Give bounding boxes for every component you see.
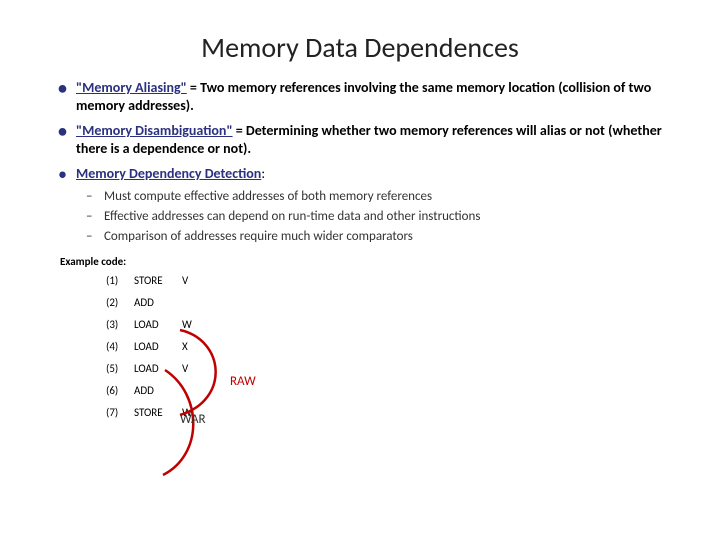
code-num: (4) [106, 340, 134, 353]
code-arg: V [182, 362, 188, 375]
code-row: (6)ADD [106, 384, 670, 397]
bullet-disambiguation: "Memory Disambiguation" = Determining wh… [76, 122, 670, 157]
code-op: LOAD [134, 362, 182, 375]
term-aliasing: "Memory Aliasing" [76, 79, 187, 96]
code-block: (1)STOREV (2)ADD (3)LOADW (4)LOADX (5)LO… [106, 274, 670, 419]
code-row: (4)LOADX [106, 340, 670, 353]
code-num: (7) [106, 406, 134, 419]
code-arg: X [182, 340, 188, 353]
sub-bullet-3: Comparison of addresses require much wid… [104, 229, 670, 245]
example-label: Example code: [60, 255, 670, 268]
code-op: LOAD [134, 340, 182, 353]
war-label: WAR [180, 412, 206, 427]
code-row: (2)ADD [106, 296, 670, 309]
code-arg: W [182, 318, 192, 331]
code-op: STORE [134, 274, 182, 287]
code-num: (1) [106, 274, 134, 287]
bullet-detection-colon: : [261, 165, 265, 182]
slide: Memory Data Dependences "Memory Aliasing… [0, 0, 720, 458]
sub-bullet-2: Effective addresses can depend on run-ti… [104, 209, 670, 225]
code-num: (3) [106, 318, 134, 331]
code-num: (2) [106, 296, 134, 309]
bullet-aliasing: "Memory Aliasing" = Two memory reference… [76, 79, 670, 114]
code-row: (1)STOREV [106, 274, 670, 287]
code-op: LOAD [134, 318, 182, 331]
slide-title: Memory Data Dependences [50, 30, 670, 65]
code-row: (5)LOADV [106, 362, 670, 375]
code-num: (5) [106, 362, 134, 375]
term-detection: Memory Dependency Detection [76, 165, 261, 182]
raw-label: RAW [230, 374, 256, 389]
code-op: ADD [134, 384, 182, 397]
code-row: (3)LOADW [106, 318, 670, 331]
code-op: ADD [134, 296, 182, 309]
bullet-detection: Memory Dependency Detection: Must comput… [76, 165, 670, 245]
code-arg: V [182, 274, 188, 287]
code-num: (6) [106, 384, 134, 397]
sub-bullet-list: Must compute effective addresses of both… [76, 189, 670, 246]
code-op: STORE [134, 406, 182, 419]
sub-bullet-1: Must compute effective addresses of both… [104, 189, 670, 205]
main-bullet-list: "Memory Aliasing" = Two memory reference… [50, 79, 670, 245]
term-disambiguation: "Memory Disambiguation" [76, 122, 233, 139]
